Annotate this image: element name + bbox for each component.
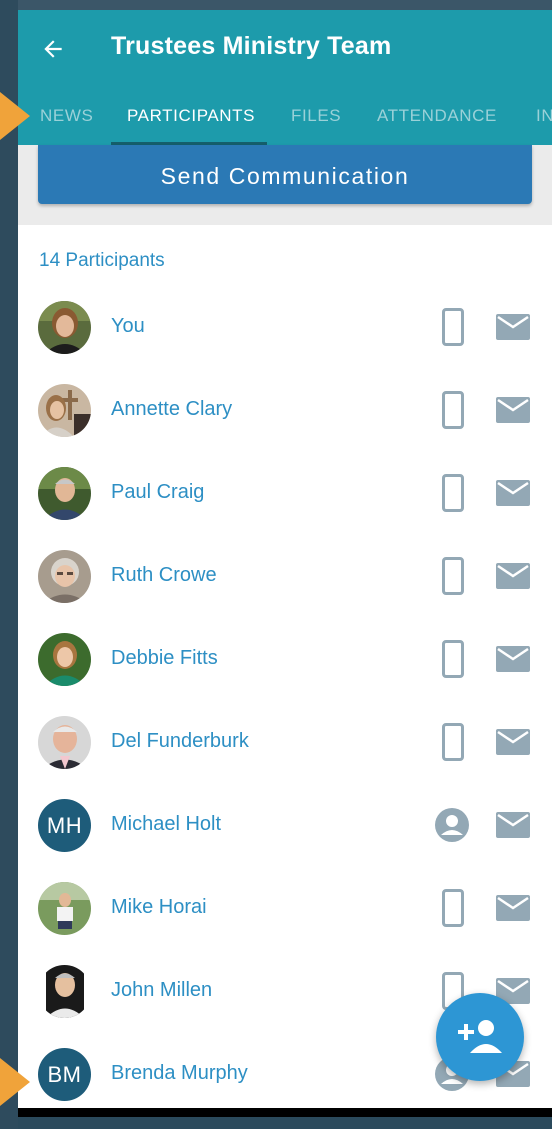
participant-row[interactable]: Debbie Fitts — [18, 623, 552, 706]
mail-icon[interactable] — [496, 314, 530, 340]
mail-icon[interactable] — [496, 812, 530, 838]
add-person-icon — [458, 1020, 502, 1053]
send-area: Send Communication — [18, 145, 552, 225]
participant-name: You — [111, 315, 145, 337]
participant-row[interactable]: Annette Clary — [18, 374, 552, 457]
avatar — [38, 882, 91, 935]
pointer-arrow-icon — [0, 1058, 30, 1106]
app-bar: Trustees Ministry Team NEWS PARTICIPANTS… — [18, 10, 552, 145]
participant-name: Ruth Crowe — [111, 564, 217, 586]
tab-participants[interactable]: PARTICIPANTS — [127, 106, 255, 126]
app-screen: Trustees Ministry Team NEWS PARTICIPANTS… — [18, 10, 552, 1117]
tab-news[interactable]: NEWS — [40, 106, 93, 126]
tab-overflow[interactable]: IN — [536, 106, 552, 126]
back-arrow-icon[interactable] — [40, 36, 66, 62]
phone-icon[interactable] — [442, 889, 464, 927]
avatar — [38, 550, 91, 603]
person-icon[interactable] — [435, 808, 469, 842]
device-frame-left — [0, 0, 18, 1129]
page-title: Trustees Ministry Team — [111, 32, 392, 60]
participant-name: Paul Craig — [111, 481, 205, 503]
send-communication-button[interactable]: Send Communication — [38, 145, 532, 204]
avatar — [38, 384, 91, 437]
device-frame-top — [0, 0, 552, 10]
participant-row[interactable]: You — [18, 291, 552, 374]
mail-icon[interactable] — [496, 729, 530, 755]
tab-attendance[interactable]: ATTENDANCE — [377, 106, 497, 126]
mail-icon[interactable] — [496, 895, 530, 921]
participant-row[interactable]: MH Michael Holt — [18, 789, 552, 872]
avatar — [38, 467, 91, 520]
participant-name: Michael Holt — [111, 813, 222, 835]
participant-row[interactable]: Del Funderburk — [18, 706, 552, 789]
mail-icon[interactable] — [496, 646, 530, 672]
participant-row[interactable]: Paul Craig — [18, 457, 552, 540]
participant-name: John Millen — [111, 979, 213, 1001]
tab-files[interactable]: FILES — [291, 106, 341, 126]
participant-row[interactable]: Mike Horai — [18, 872, 552, 955]
mail-icon[interactable] — [496, 480, 530, 506]
mail-icon[interactable] — [496, 563, 530, 589]
avatar-initials: MH — [38, 799, 91, 852]
avatar-initials: BM — [38, 1048, 91, 1101]
phone-icon[interactable] — [442, 308, 464, 346]
avatar — [38, 716, 91, 769]
mail-icon[interactable] — [496, 397, 530, 423]
participant-name: Mike Horai — [111, 896, 207, 918]
tab-bar: NEWS PARTICIPANTS FILES ATTENDANCE IN — [18, 96, 552, 145]
avatar — [38, 633, 91, 686]
participant-name: Del Funderburk — [111, 730, 249, 752]
avatar — [38, 301, 91, 354]
participant-name: Annette Clary — [111, 398, 233, 420]
pointer-arrow-icon — [0, 92, 30, 140]
system-nav-bar — [18, 1108, 552, 1117]
phone-icon[interactable] — [442, 557, 464, 595]
add-participant-button[interactable] — [436, 993, 524, 1081]
participant-row[interactable]: Ruth Crowe — [18, 540, 552, 623]
participant-name: Debbie Fitts — [111, 647, 218, 669]
avatar — [38, 965, 91, 1018]
participant-name: Brenda Murphy — [111, 1062, 248, 1084]
phone-icon[interactable] — [442, 723, 464, 761]
phone-icon[interactable] — [442, 391, 464, 429]
phone-icon[interactable] — [442, 640, 464, 678]
phone-icon[interactable] — [442, 474, 464, 512]
participant-count: 14 Participants — [39, 250, 165, 271]
